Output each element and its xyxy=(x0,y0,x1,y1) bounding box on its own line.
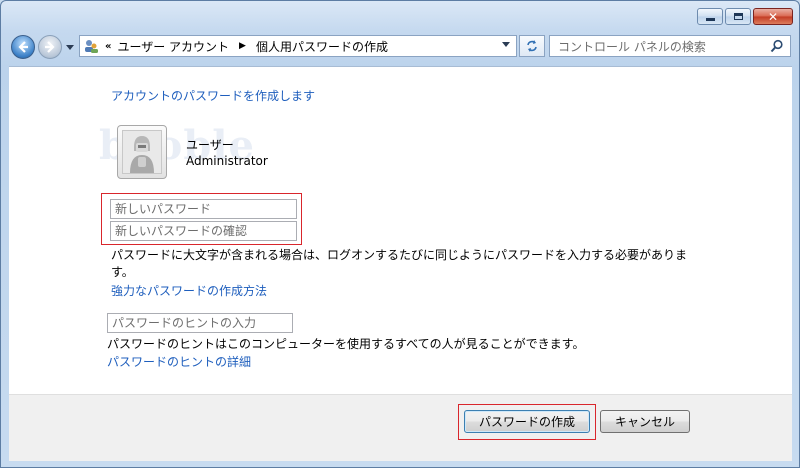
breadcrumb-user-accounts[interactable]: ユーザー アカウント xyxy=(117,38,229,55)
search-box[interactable]: コントロール パネルの検索 xyxy=(549,35,791,57)
maximize-icon xyxy=(733,13,743,20)
control-panel-icon xyxy=(85,40,98,53)
chevron-down-icon xyxy=(66,44,74,50)
search-icon[interactable] xyxy=(770,39,784,53)
refresh-button[interactable] xyxy=(519,35,545,57)
user-role: Administrator xyxy=(186,154,268,168)
breadcrumb: « ユーザー アカウント ▶ 個人用パスワードの作成 xyxy=(105,38,388,55)
window-controls: ✕ xyxy=(697,8,793,25)
recent-pages-dropdown[interactable] xyxy=(66,43,74,51)
forward-icon xyxy=(45,41,55,53)
create-password-button[interactable]: パスワードの作成 xyxy=(464,410,590,433)
user-name: ユーザー xyxy=(186,138,234,152)
minimize-button[interactable] xyxy=(697,8,723,25)
content-pane: アカウントのパスワードを作成します booble ユーザー Administra… xyxy=(9,66,792,394)
forward-button[interactable] xyxy=(38,35,62,59)
user-avatar-icon xyxy=(130,136,154,173)
back-button[interactable] xyxy=(11,35,35,59)
search-input[interactable]: コントロール パネルの検索 xyxy=(558,38,706,55)
hint-details-link[interactable]: パスワードのヒントの詳細 xyxy=(107,353,251,370)
breadcrumb-separator-icon[interactable]: ▶ xyxy=(239,41,246,51)
maximize-button[interactable] xyxy=(725,8,751,25)
strong-password-link[interactable]: 強力なパスワードの作成方法 xyxy=(111,282,267,299)
breadcrumb-create-password[interactable]: 個人用パスワードの作成 xyxy=(256,38,388,55)
close-icon: ✕ xyxy=(767,9,779,24)
window-frame: ✕ « ユーザー アカウント ▶ 個人用パスワードの作成 コントロール パネルの… xyxy=(0,0,800,468)
hint-visibility-note: パスワードのヒントはこのコンピューターを使用するすべての人が見ることができます。 xyxy=(107,337,585,351)
case-sensitivity-note: パスワードに大文字が含まれる場合は、ログオンするたびに同じようにパスワードを入力… xyxy=(111,248,688,279)
password-hint-field[interactable]: パスワードのヒントの入力 xyxy=(107,313,293,333)
back-icon xyxy=(18,41,28,53)
page-heading: アカウントのパスワードを作成します xyxy=(111,89,316,103)
minimize-icon xyxy=(705,17,715,21)
cancel-button[interactable]: キャンセル xyxy=(600,410,690,433)
avatar xyxy=(117,125,167,179)
address-dropdown-icon[interactable] xyxy=(502,42,510,47)
button-bar: パスワードの作成 キャンセル xyxy=(9,394,792,461)
confirm-password-field[interactable]: 新しいパスワードの確認 xyxy=(110,221,297,241)
new-password-field[interactable]: 新しいパスワード xyxy=(110,199,297,219)
breadcrumb-overflow[interactable]: « xyxy=(105,41,111,52)
address-bar[interactable]: « ユーザー アカウント ▶ 個人用パスワードの作成 xyxy=(79,35,517,57)
close-button[interactable]: ✕ xyxy=(753,8,793,25)
refresh-icon xyxy=(527,40,537,52)
